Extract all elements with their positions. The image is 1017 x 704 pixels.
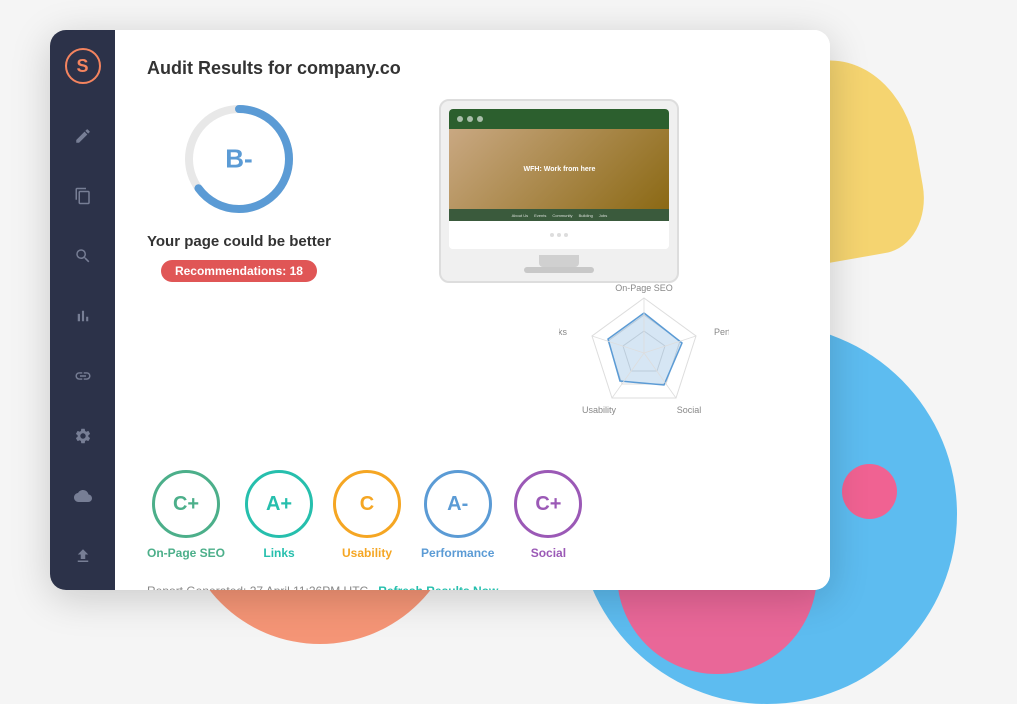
report-generated-text: Report Generated: 27 April 11:26PM UTC <box>147 584 368 590</box>
svg-text:Usability: Usability <box>582 405 617 415</box>
category-links: A+ Links <box>245 470 313 560</box>
category-circle-social: C+ <box>514 470 582 538</box>
svg-text:On-Page SEO: On-Page SEO <box>616 283 674 293</box>
categories-section: C+ On-Page SEO A+ Links C Usability A- P… <box>147 470 798 560</box>
person-hand <box>842 464 897 519</box>
category-label-social: Social <box>531 546 566 560</box>
recommendations-badge[interactable]: Recommendations: 18 <box>161 260 317 282</box>
logo-text: S <box>76 56 88 77</box>
monitor-menu-item-2: Events <box>534 213 546 218</box>
monitor: WFH: Work from here About Us Events Comm… <box>439 99 729 438</box>
page-title: Audit Results for company.co <box>147 58 798 79</box>
svg-text:Perf.: Perf. <box>714 327 729 337</box>
monitor-menu-item-1: About Us <box>512 213 528 218</box>
monitor-nav-dot-2 <box>467 116 473 122</box>
category-label-links: Links <box>263 546 294 560</box>
sidebar-icon-upload[interactable] <box>67 540 99 572</box>
monitor-footer-dots <box>550 233 568 237</box>
dot-1 <box>550 233 554 237</box>
category-social: C+ Social <box>514 470 582 560</box>
grade-text: B- <box>225 144 252 175</box>
report-footer: Report Generated: 27 April 11:26PM UTC R… <box>147 584 798 590</box>
sidebar-icon-settings[interactable] <box>67 420 99 452</box>
category-circle-performance: A- <box>424 470 492 538</box>
dot-3 <box>564 233 568 237</box>
score-left: B- Your page could be better Recommendat… <box>147 99 331 282</box>
monitor-menu: About Us Events Community Building Jobs <box>449 209 669 221</box>
category-usability: C Usability <box>333 470 401 560</box>
radar-chart-container: On-Page SEO Perf. Social Usability Links <box>559 273 729 438</box>
monitor-stand <box>539 255 579 267</box>
sidebar: S <box>50 30 115 590</box>
category-label-on-page-seo: On-Page SEO <box>147 546 225 560</box>
monitor-menu-item-5: Jobs <box>599 213 607 218</box>
monitor-nav-dot-3 <box>477 116 483 122</box>
radar-chart: On-Page SEO Perf. Social Usability Links <box>559 273 729 433</box>
score-message: Your page could be better <box>147 233 331 250</box>
monitor-nav-dot-1 <box>457 116 463 122</box>
category-circle-links: A+ <box>245 470 313 538</box>
category-circle-on-page-seo: C+ <box>152 470 220 538</box>
category-performance: A- Performance <box>421 470 494 560</box>
category-label-usability: Usability <box>342 546 392 560</box>
sidebar-icon-cloud[interactable] <box>67 480 99 512</box>
website-preview: WFH: Work from here About Us Events Comm… <box>371 99 798 438</box>
sidebar-icon-copy[interactable] <box>67 180 99 212</box>
category-label-performance: Performance <box>421 546 494 560</box>
app-window: S <box>50 30 830 590</box>
dot-2 <box>557 233 561 237</box>
monitor-screen: WFH: Work from here About Us Events Comm… <box>449 109 669 249</box>
svg-text:Social: Social <box>677 405 702 415</box>
sidebar-icon-chart[interactable] <box>67 300 99 332</box>
category-circle-usability: C <box>333 470 401 538</box>
category-on-page-seo: C+ On-Page SEO <box>147 470 225 560</box>
monitor-footer <box>449 221 669 249</box>
monitor-hero-title: WFH: Work from here <box>524 166 596 173</box>
score-section: B- Your page could be better Recommendat… <box>147 99 798 438</box>
sidebar-icon-edit[interactable] <box>67 120 99 152</box>
monitor-nav-bar <box>449 109 669 129</box>
monitor-menu-item-4: Building <box>579 213 593 218</box>
monitor-frame: WFH: Work from here About Us Events Comm… <box>439 99 679 283</box>
svg-text:Links: Links <box>559 327 567 337</box>
sidebar-icon-search[interactable] <box>67 240 99 272</box>
grade-circle: B- <box>179 99 299 219</box>
monitor-menu-item-3: Community <box>552 213 572 218</box>
main-content: Audit Results for company.co B- Your pag… <box>115 30 830 590</box>
sidebar-logo[interactable]: S <box>65 48 101 84</box>
monitor-hero: WFH: Work from here <box>449 129 669 209</box>
sidebar-icon-link[interactable] <box>67 360 99 392</box>
refresh-results-link[interactable]: Refresh Results Now <box>378 584 498 590</box>
